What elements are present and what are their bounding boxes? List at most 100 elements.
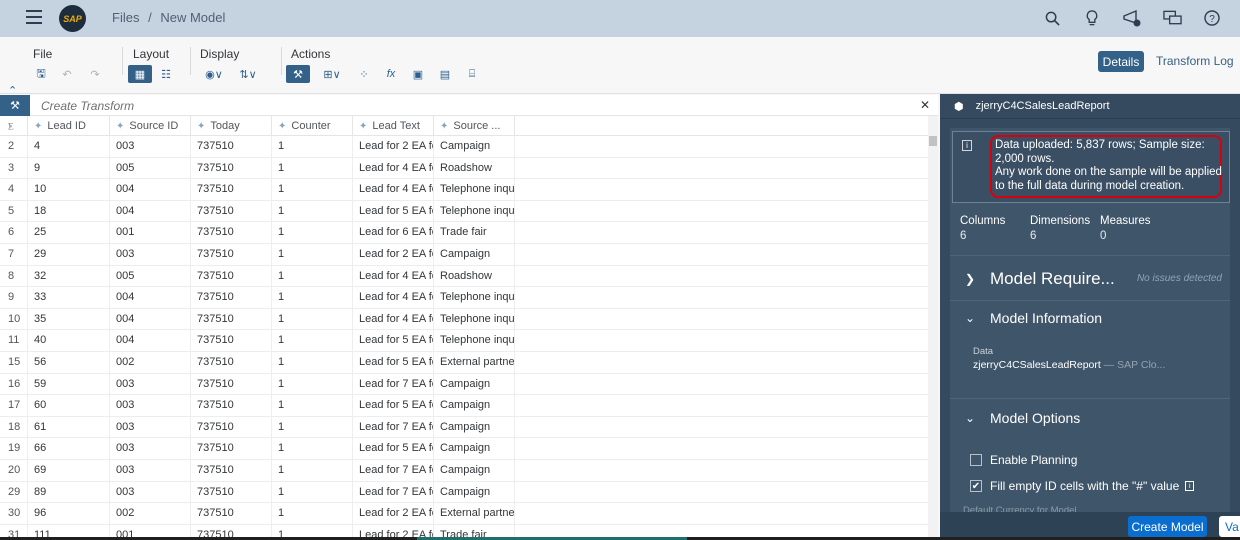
table-cell[interactable]: Telephone inquir	[434, 200, 515, 222]
table-row[interactable]: 29 89 003 737510 1 Lead for 7 EA for Campaign	[0, 481, 928, 504]
table-row[interactable]: 20 69 003 737510 1 Lead for 7 EA for Campaign	[0, 459, 928, 482]
table-row[interactable]: 10 35 004 737510 1 Lead for 4 EA for Telephone…	[0, 308, 928, 331]
announcement-icon[interactable]	[1122, 8, 1142, 28]
column-header[interactable]: ✦ Lead Text	[353, 116, 434, 137]
table-cell[interactable]: Telephone inquir	[434, 179, 515, 200]
table-cell[interactable]: 1	[272, 351, 353, 373]
table-cell[interactable]: 737510	[191, 330, 272, 351]
table-cell[interactable]: 004	[110, 308, 191, 330]
table-cell[interactable]: 003	[110, 416, 191, 438]
table-cell[interactable]: 737510	[191, 416, 272, 438]
checkbox-box[interactable]	[970, 454, 982, 466]
table-cell[interactable]: Lead for 2 EA for	[353, 136, 434, 157]
table-cell[interactable]: 737510	[191, 136, 272, 157]
table-cell[interactable]: 004	[110, 179, 191, 200]
table-cell[interactable]: 003	[110, 373, 191, 395]
table-cell[interactable]: 1	[272, 395, 353, 416]
table-cell[interactable]: Telephone inquir	[434, 287, 515, 308]
table-cell[interactable]: Campaign	[434, 438, 515, 459]
file-label[interactable]: File	[33, 47, 105, 61]
table-cell[interactable]: Lead for 4 EA for	[353, 157, 434, 179]
table-cell[interactable]: 1	[272, 330, 353, 351]
table-cell[interactable]: 33	[28, 287, 110, 308]
redo-icon[interactable]: ↷	[85, 65, 105, 83]
table-cell[interactable]: 003	[110, 459, 191, 481]
formula-icon[interactable]: fx	[381, 65, 401, 83]
table-row[interactable]: 19 66 003 737510 1 Lead for 5 EA for Campaign	[0, 438, 928, 460]
table-cell[interactable]: Lead for 4 EA for	[353, 265, 434, 287]
table-cell[interactable]: 1	[272, 481, 353, 503]
image-icon[interactable]: ▣	[408, 65, 428, 83]
table-cell[interactable]: 737510	[191, 459, 272, 481]
table-cell[interactable]: 005	[110, 265, 191, 287]
column-header[interactable]: ✦ Source ...	[434, 116, 515, 137]
checkbox-checked[interactable]: ✔	[970, 480, 982, 492]
chevron-down-icon[interactable]: ⌄	[950, 311, 990, 325]
table-cell[interactable]: Lead for 7 EA for	[353, 416, 434, 438]
menu-icon[interactable]	[26, 10, 42, 24]
table-cell[interactable]: 002	[110, 503, 191, 524]
table-cell[interactable]: 1	[272, 308, 353, 330]
options-title[interactable]: Model Options	[990, 410, 1080, 426]
grid-view-icon[interactable]: ▦	[128, 65, 152, 83]
table-cell[interactable]: Lead for 7 EA for	[353, 481, 434, 503]
lightbulb-icon[interactable]	[1082, 8, 1102, 28]
hierarchy-icon[interactable]: ▤	[435, 65, 455, 83]
table-cell[interactable]: Trade fair	[434, 222, 515, 243]
table-cell[interactable]: 40	[28, 330, 110, 351]
table-cell[interactable]: 003	[110, 395, 191, 416]
close-icon[interactable]: ✕	[920, 98, 930, 112]
table-cell[interactable]: 66	[28, 438, 110, 459]
table-cell[interactable]: 60	[28, 395, 110, 416]
table-cell[interactable]: 9	[28, 157, 110, 179]
table-cell[interactable]: 737510	[191, 179, 272, 200]
table-cell[interactable]: 1	[272, 200, 353, 222]
table-cell[interactable]: Lead for 6 EA for	[353, 222, 434, 243]
table-cell[interactable]: 003	[110, 136, 191, 157]
table-cell[interactable]: 10	[28, 179, 110, 200]
requirements-title[interactable]: Model Require...	[990, 269, 1115, 289]
table-cell[interactable]: Campaign	[434, 373, 515, 395]
table-cell[interactable]: Lead for 5 EA for	[353, 351, 434, 373]
table-cell[interactable]: Lead for 4 EA for	[353, 179, 434, 200]
table-cell[interactable]: 35	[28, 308, 110, 330]
help-icon[interactable]: ?	[1202, 8, 1222, 28]
table-cell[interactable]: 737510	[191, 481, 272, 503]
table-cell[interactable]: 737510	[191, 395, 272, 416]
table-cell[interactable]: 737510	[191, 373, 272, 395]
table-cell[interactable]: 003	[110, 481, 191, 503]
table-cell[interactable]: 59	[28, 373, 110, 395]
table-cell[interactable]: Lead for 2 EA for	[353, 503, 434, 524]
table-cell[interactable]: 89	[28, 481, 110, 503]
scrollbar-thumb[interactable]	[929, 136, 937, 146]
table-cell[interactable]: 1	[272, 179, 353, 200]
table-cell[interactable]: 003	[110, 243, 191, 265]
table-cell[interactable]: Lead for 7 EA for	[353, 373, 434, 395]
table-row[interactable]: 4 10 004 737510 1 Lead for 4 EA for Telephone …	[0, 179, 928, 201]
create-transform-input[interactable]: Create Transform	[41, 99, 134, 113]
table-cell[interactable]: Campaign	[434, 136, 515, 157]
table-row[interactable]: 8 32 005 737510 1 Lead for 4 EA for Roadshow	[0, 265, 928, 288]
table-row[interactable]: 7 29 003 737510 1 Lead for 2 EA for Campaign	[0, 243, 928, 266]
chevron-down-icon[interactable]: ⌄	[950, 411, 990, 425]
table-cell[interactable]: 1	[272, 459, 353, 481]
table-cell[interactable]: 1	[272, 157, 353, 179]
table-row[interactable]: 11 40 004 737510 1 Lead for 5 EA for Telephone…	[0, 330, 928, 352]
table-cell[interactable]: 1	[272, 416, 353, 438]
table-cell[interactable]: 737510	[191, 222, 272, 243]
table-cell[interactable]: 69	[28, 459, 110, 481]
table-cell[interactable]: 1	[272, 503, 353, 524]
transform-icon[interactable]: ⚒	[286, 65, 310, 83]
transform-log-button[interactable]: Transform Log	[1156, 54, 1234, 68]
table-cell[interactable]: 737510	[191, 243, 272, 265]
grid-scrollbar[interactable]	[928, 116, 938, 540]
table-cell[interactable]: 1	[272, 438, 353, 459]
table-cell[interactable]: Lead for 2 EA for	[353, 243, 434, 265]
validate-button[interactable]: Va	[1219, 516, 1240, 537]
search-icon[interactable]	[1042, 8, 1062, 28]
table-cell[interactable]: 737510	[191, 438, 272, 459]
table-cell[interactable]: Roadshow	[434, 157, 515, 179]
table-cell[interactable]: 18	[28, 200, 110, 222]
undo-icon[interactable]: ↶	[57, 65, 77, 83]
table-row[interactable]: 30 96 002 737510 1 Lead for 2 EA for External …	[0, 503, 928, 525]
